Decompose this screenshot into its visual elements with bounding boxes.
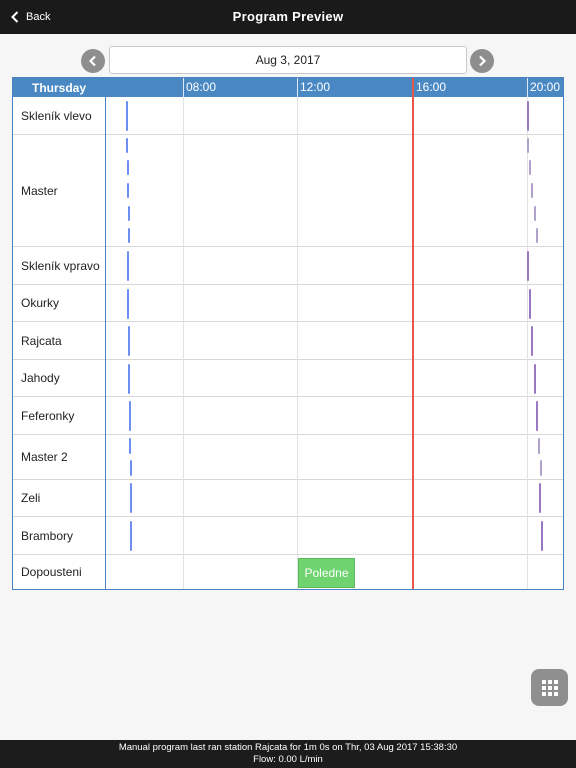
date-selector: Aug 3, 2017 (81, 46, 495, 76)
station-name: Zeli (21, 491, 41, 505)
run-marker (536, 228, 538, 243)
schedule-header: Thursday 08:00 12:00 16:00 20:00 (13, 78, 563, 97)
station-row-rajcata: Rajcata (13, 322, 563, 360)
page-title: Program Preview (232, 9, 344, 24)
station-row-zeli: Zeli (13, 480, 563, 517)
grid-line-0800 (183, 97, 184, 589)
chevron-left-icon (88, 55, 96, 67)
station-row-sklenik-vpravo: Skleník vpravo (13, 247, 563, 285)
station-name: Master 2 (21, 450, 68, 464)
station-name: Skleník vlevo (21, 108, 92, 123)
run-marker (539, 483, 541, 513)
date-field[interactable]: Aug 3, 2017 (109, 46, 467, 74)
station-row-feferonky: Feferonky (13, 397, 563, 435)
station-row-master: Master (13, 135, 563, 247)
station-name: Okurky (21, 296, 60, 310)
station-name: Skleník vpravo (21, 258, 100, 273)
run-marker (534, 364, 536, 394)
run-marker (527, 138, 529, 153)
program-schedule-grid: Thursday 08:00 12:00 16:00 20:00 Skleník… (12, 77, 564, 590)
station-name: Brambory (21, 528, 74, 543)
station-name: Rajcata (21, 333, 62, 348)
current-time-indicator (412, 78, 414, 589)
run-marker (536, 401, 538, 431)
run-marker (127, 160, 129, 175)
grid-line-1200 (297, 97, 298, 589)
station-row-brambory: Brambory (13, 517, 563, 555)
run-marker (129, 401, 131, 431)
station-column-divider (105, 97, 106, 589)
run-marker (538, 438, 540, 454)
flow-readout: Flow: 0.00 L/min (253, 754, 323, 765)
last-run-message: Manual program last ran station Rajcata … (118, 742, 458, 753)
station-row-dopousteni: Dopousteni (13, 555, 563, 589)
program-event-poledne[interactable]: Poledne (298, 558, 355, 588)
run-marker (129, 438, 131, 454)
day-label: Thursday (31, 80, 86, 95)
navigation-bar: Back Program Preview (0, 0, 576, 34)
run-marker (541, 521, 543, 551)
run-marker (529, 160, 531, 175)
station-name: Master (21, 183, 58, 198)
station-row-jahody: Jahody (13, 360, 563, 397)
run-marker (128, 206, 130, 221)
previous-day-button[interactable] (81, 49, 105, 73)
station-name: Feferonky (21, 408, 75, 423)
run-marker (531, 183, 533, 198)
chevron-right-icon (479, 55, 487, 67)
status-footer: Manual program last ran station Rajcata … (0, 740, 576, 768)
station-name: Jahody (21, 371, 60, 385)
station-row-sklenik-vlevo: Skleník vlevo (13, 97, 563, 135)
run-marker (529, 289, 531, 319)
run-marker (540, 460, 542, 476)
next-day-button[interactable] (470, 49, 494, 73)
run-marker (130, 483, 132, 513)
grid-line-2000 (527, 97, 528, 589)
run-marker (126, 101, 128, 131)
run-marker (128, 364, 130, 394)
station-row-master-2: Master 2 (13, 435, 563, 480)
menu-grid-button[interactable] (531, 669, 568, 706)
grid-icon (541, 679, 558, 696)
time-label-0800: 08:00 (186, 80, 217, 94)
run-marker (127, 251, 129, 281)
time-label-1600: 16:00 (416, 80, 447, 94)
run-marker (126, 138, 128, 153)
run-marker (128, 228, 130, 243)
run-marker (531, 326, 533, 356)
run-marker (527, 251, 529, 281)
run-marker (128, 326, 130, 356)
run-marker (527, 101, 529, 131)
run-marker (534, 206, 536, 221)
run-marker (127, 289, 129, 319)
run-marker (130, 460, 132, 476)
station-row-okurky: Okurky (13, 285, 563, 322)
run-marker (127, 183, 129, 198)
run-marker (130, 521, 132, 551)
time-label-1200: 12:00 (300, 80, 331, 94)
station-name: Dopousteni (21, 565, 82, 579)
time-label-2000: 20:00 (530, 80, 561, 94)
